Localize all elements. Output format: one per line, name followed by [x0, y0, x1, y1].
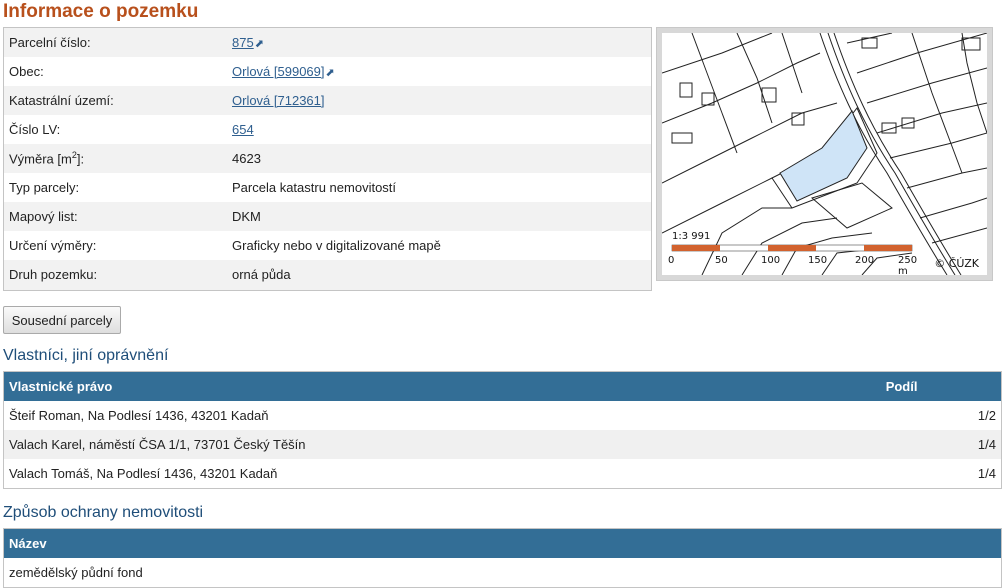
- owner-name-header[interactable]: Vlastnické právo: [3, 371, 881, 401]
- page-title: Informace o pozemku: [3, 1, 199, 22]
- owner-share: 1/4: [880, 459, 1002, 489]
- owner-share-header[interactable]: Podíl: [880, 371, 1002, 401]
- neighbor-parcels-button[interactable]: Sousední parcely: [3, 306, 121, 334]
- info-row-land-type: Druh pozemku: orná půda: [4, 260, 651, 289]
- map-sheet-value: DKM: [227, 202, 651, 231]
- table-row: Valach Karel, náměstí ČSA 1/1, 73701 Čes…: [3, 430, 1002, 459]
- scale-tick: 150: [808, 255, 828, 266]
- info-row-municipality: Obec: Orlová [599069]⬈: [4, 57, 651, 86]
- owner-name: Valach Tomáš, Na Podlesí 1436, 43201 Kad…: [3, 459, 881, 489]
- info-row-area: Výměra [m2]: 4623: [4, 144, 651, 173]
- lv-number-cell: 654: [227, 115, 651, 144]
- protection-table: Název zemědělský půdní fond: [3, 528, 1002, 588]
- protection-name: zemědělský půdní fond: [3, 558, 1002, 588]
- parcel-info-panel: Parcelní číslo: 875⬈ Obec: Orlová [59906…: [3, 27, 652, 291]
- area-determination-label: Určení výměry:: [4, 231, 227, 260]
- owners-table: Vlastnické právo Podíl Šteif Roman, Na P…: [3, 371, 1002, 489]
- area-label-suffix: ]:: [76, 151, 85, 167]
- map-copyright: © ČÚZK: [934, 257, 979, 270]
- area-label: Výměra [m2]:: [4, 144, 227, 173]
- parcel-number-label: Parcelní číslo:: [4, 28, 227, 57]
- external-link-icon[interactable]: ⬈: [326, 66, 335, 79]
- owner-name: Šteif Roman, Na Podlesí 1436, 43201 Kada…: [3, 401, 881, 430]
- table-row: Šteif Roman, Na Podlesí 1436, 43201 Kada…: [3, 401, 1002, 430]
- cadastral-area-cell: Orlová [712361]: [227, 86, 651, 115]
- info-row-parcel-number: Parcelní číslo: 875⬈: [4, 28, 651, 57]
- owner-share: 1/2: [880, 401, 1002, 430]
- municipality-label: Obec:: [4, 57, 227, 86]
- lv-number-link[interactable]: 654: [232, 122, 254, 137]
- area-label-text: Výměra [m: [9, 151, 72, 167]
- map-scale-ticks: 0 50 100 150 200 250 m: [668, 255, 928, 275]
- parcel-info-table: Parcelní číslo: 875⬈ Obec: Orlová [59906…: [4, 28, 651, 289]
- lv-number-label: Číslo LV:: [4, 115, 227, 144]
- area-value: 4623: [227, 144, 651, 173]
- table-row: Valach Tomáš, Na Podlesí 1436, 43201 Kad…: [3, 459, 1002, 489]
- protection-section-title: Způsob ochrany nemovitosti: [3, 504, 204, 521]
- cadastral-map[interactable]: 1:3 991 0 50 100 150 200 250 m © ČÚZK: [662, 33, 987, 275]
- land-type-value: orná půda: [227, 260, 651, 289]
- scale-tick: 50: [715, 255, 728, 266]
- owners-table-header: Vlastnické právo Podíl: [3, 371, 1002, 401]
- scale-tick: 0: [668, 255, 675, 266]
- parcel-number-link[interactable]: 875: [232, 35, 254, 50]
- info-row-parcel-type: Typ parcely: Parcela katastru nemovitost…: [4, 173, 651, 202]
- cadastral-area-label: Katastrální území:: [4, 86, 227, 115]
- info-row-map-sheet: Mapový list: DKM: [4, 202, 651, 231]
- info-row-lv-number: Číslo LV: 654: [4, 115, 651, 144]
- info-row-area-determination: Určení výměry: Graficky nebo v digitaliz…: [4, 231, 651, 260]
- table-row: zemědělský půdní fond: [3, 558, 1002, 588]
- scale-tick: 200: [855, 255, 875, 266]
- parcel-type-label: Typ parcely:: [4, 173, 227, 202]
- protection-table-header: Název: [3, 528, 1002, 558]
- external-link-icon[interactable]: ⬈: [255, 37, 264, 50]
- info-row-cadastral-area: Katastrální území: Orlová [712361]: [4, 86, 651, 115]
- cadastral-map-panel: 1:3 991 0 50 100 150 200 250 m © ČÚZK: [656, 27, 993, 281]
- land-type-label: Druh pozemku:: [4, 260, 227, 289]
- scale-tick: 100: [761, 255, 781, 266]
- owners-section-title: Vlastníci, jiní oprávnění: [3, 347, 169, 364]
- municipality-link[interactable]: Orlová [599069]: [232, 64, 325, 79]
- map-scale-text: 1:3 991: [672, 231, 711, 242]
- cadastral-area-link[interactable]: Orlová [712361]: [232, 93, 325, 108]
- protection-name-header[interactable]: Název: [3, 528, 1002, 558]
- parcel-type-value: Parcela katastru nemovitostí: [227, 173, 651, 202]
- owner-share: 1/4: [880, 430, 1002, 459]
- parcel-number-cell: 875⬈: [227, 28, 651, 57]
- cadastral-map-drawing: [662, 33, 987, 275]
- scale-tick: 250 m: [898, 255, 918, 275]
- map-sheet-label: Mapový list:: [4, 202, 227, 231]
- municipality-cell: Orlová [599069]⬈: [227, 57, 651, 86]
- area-determination-value: Graficky nebo v digitalizované mapě: [227, 231, 651, 260]
- owner-name: Valach Karel, náměstí ČSA 1/1, 73701 Čes…: [3, 430, 881, 459]
